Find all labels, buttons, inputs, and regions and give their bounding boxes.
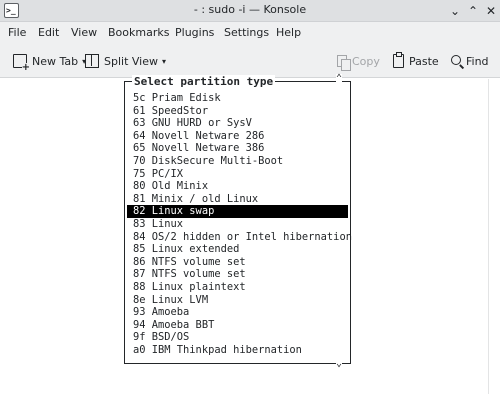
list-item[interactable]: 94 Amoeba BBT bbox=[127, 319, 348, 332]
minimize-icon[interactable]: ⌄ bbox=[447, 3, 463, 19]
menu-bar: File Edit View Bookmarks Plugins Setting… bbox=[0, 22, 500, 44]
list-item[interactable]: 83 Linux bbox=[127, 218, 348, 231]
list-item[interactable]: 5c Priam Edisk bbox=[127, 92, 348, 105]
list-item[interactable]: 64 Novell Netware 286 bbox=[127, 130, 348, 143]
list-item[interactable]: 70 DiskSecure Multi-Boot bbox=[127, 155, 348, 168]
menu-plugins[interactable]: Plugins bbox=[175, 26, 214, 39]
paste-button[interactable]: Paste bbox=[393, 52, 439, 70]
copy-button[interactable]: Copy bbox=[337, 52, 380, 71]
list-item[interactable]: 85 Linux extended bbox=[127, 243, 348, 256]
split-view-dropdown-icon[interactable]: ▾ bbox=[162, 57, 166, 66]
paste-label: Paste bbox=[409, 54, 439, 68]
list-item[interactable]: 9f BSD/OS bbox=[127, 331, 348, 344]
partition-type-list: 5c Priam Edisk 61 SpeedStor 63 GNU HURD … bbox=[127, 92, 352, 357]
copy-label: Copy bbox=[352, 54, 380, 68]
list-item[interactable]: 63 GNU HURD or SysV bbox=[127, 117, 348, 130]
list-item[interactable]: 65 Novell Netware 386 bbox=[127, 142, 348, 155]
split-view-label: Split View bbox=[104, 54, 158, 68]
terminal-view[interactable]: Select partition type ⌃ 5c Priam Edisk 6… bbox=[0, 74, 500, 394]
title-bar: - : sudo -i — Konsole ⌄ ⌃ ✕ bbox=[0, 0, 500, 22]
window-title: - : sudo -i — Konsole bbox=[193, 3, 307, 16]
find-label: Find bbox=[466, 54, 489, 68]
search-icon bbox=[451, 54, 461, 65]
menu-view[interactable]: View bbox=[71, 26, 97, 39]
list-item[interactable]: a0 IBM Thinkpad hibernation bbox=[127, 344, 348, 357]
list-item[interactable]: 88 Linux plaintext bbox=[127, 281, 348, 294]
new-tab-button[interactable]: New Tab ▾ bbox=[13, 52, 86, 72]
list-item[interactable]: 86 NTFS volume set bbox=[127, 256, 348, 269]
list-item[interactable]: 93 Amoeba bbox=[127, 306, 348, 319]
partition-type-dialog: Select partition type ⌃ 5c Priam Edisk 6… bbox=[124, 74, 352, 369]
list-item[interactable]: 84 OS/2 hidden or Intel hibernation bbox=[127, 231, 352, 244]
list-item[interactable]: 87 NTFS volume set bbox=[127, 268, 348, 281]
list-item[interactable]: 61 SpeedStor bbox=[127, 105, 348, 118]
split-view-icon bbox=[85, 54, 99, 68]
new-tab-label: New Tab bbox=[32, 54, 79, 68]
menu-edit[interactable]: Edit bbox=[38, 26, 59, 39]
scroll-up-indicator: ⌃ bbox=[336, 73, 343, 84]
find-button[interactable]: Find bbox=[451, 52, 489, 70]
menu-settings[interactable]: Settings bbox=[224, 26, 269, 39]
split-view-button[interactable]: Split View ▾ bbox=[85, 52, 166, 70]
list-item[interactable]: 75 PC/IX bbox=[127, 168, 348, 181]
menu-help[interactable]: Help bbox=[276, 26, 301, 39]
list-item[interactable]: 81 Minix / old Linux bbox=[127, 193, 348, 206]
menu-bookmarks[interactable]: Bookmarks bbox=[108, 26, 169, 39]
list-item-selected[interactable]: 82 Linux swap bbox=[127, 205, 348, 218]
scroll-down-indicator: ⌄ bbox=[336, 358, 343, 369]
dialog-title: Select partition type bbox=[132, 75, 276, 88]
close-icon[interactable]: ✕ bbox=[483, 3, 499, 19]
list-item[interactable]: 80 Old Minix bbox=[127, 180, 348, 193]
main-toolbar: New Tab ▾ Split View ▾ Copy Paste Find bbox=[0, 44, 500, 78]
menu-file[interactable]: File bbox=[8, 26, 26, 39]
paste-icon bbox=[393, 52, 404, 68]
new-tab-icon bbox=[13, 54, 30, 72]
terminal-scrollbar[interactable] bbox=[488, 79, 500, 394]
maximize-icon[interactable]: ⌃ bbox=[465, 3, 481, 19]
copy-icon bbox=[337, 55, 351, 71]
list-item[interactable]: 8e Linux LVM bbox=[127, 294, 348, 307]
